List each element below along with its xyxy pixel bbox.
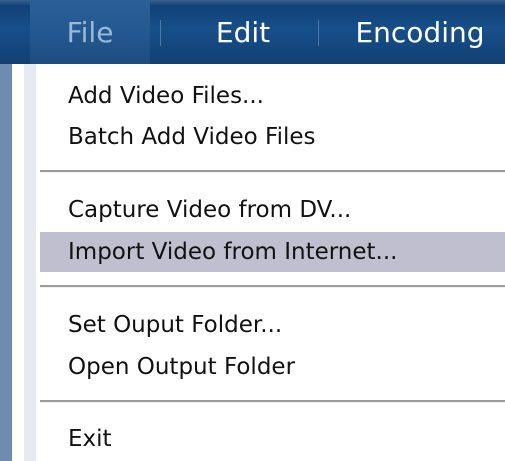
menu-separator	[160, 20, 161, 46]
menu-item-add-video-files[interactable]: Add Video Files...	[40, 76, 505, 116]
menu-edit[interactable]: Edit	[178, 0, 308, 64]
menu-bar: File Edit Encoding	[0, 0, 505, 65]
menu-item-exit[interactable]: Exit	[40, 419, 505, 459]
menu-divider	[40, 170, 505, 173]
menu-gutter	[24, 64, 36, 461]
screen: File Edit Encoding Add Video Files... Ba…	[0, 0, 505, 461]
menu-separator	[318, 20, 319, 46]
menu-divider	[40, 285, 505, 288]
menu-item-open-output-folder[interactable]: Open Output Folder	[40, 347, 505, 387]
menu-item-batch-add-video-files[interactable]: Batch Add Video Files	[40, 117, 505, 157]
menu-divider	[40, 400, 505, 403]
menu-item-import-video-from-internet[interactable]: Import Video from Internet...	[40, 232, 505, 272]
menu-encoding[interactable]: Encoding	[330, 0, 505, 64]
menu-item-capture-video-from-dv[interactable]: Capture Video from DV...	[40, 190, 505, 230]
menu-file[interactable]: File	[30, 0, 150, 64]
menu-item-set-output-folder[interactable]: Set Ouput Folder...	[40, 305, 505, 345]
